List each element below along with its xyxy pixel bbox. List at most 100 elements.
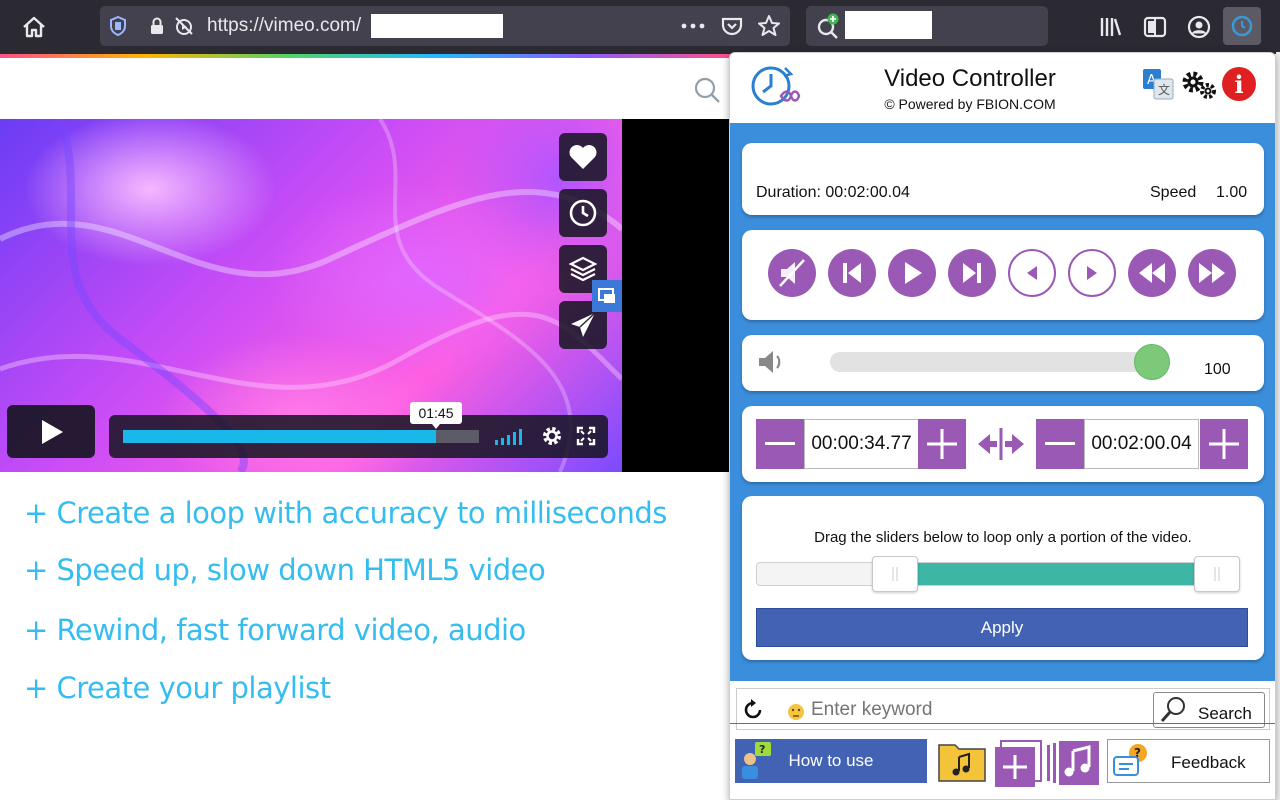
progress-bar[interactable] [123, 430, 479, 443]
popup-body: Duration: 00:02:00.04 Speed 1.00 100 00:… [730, 123, 1275, 681]
transport-card [742, 230, 1264, 320]
loop-range-card: Drag the sliders below to loop only a po… [742, 496, 1264, 660]
loop-end-field[interactable]: 00:02:00.04 [1084, 419, 1199, 469]
url-redacted-area [371, 14, 503, 38]
browser-toolbar: https://vimeo.com/ [0, 0, 1280, 54]
popup-play-button[interactable] [888, 249, 936, 297]
speaker-icon[interactable] [756, 348, 786, 381]
page-loading-strip [0, 54, 730, 58]
loop-start-field[interactable]: 00:00:34.77 [804, 419, 919, 469]
play-icon [42, 419, 63, 444]
search-redacted-area [845, 11, 932, 39]
watch-later-button[interactable] [559, 189, 607, 237]
svg-text:文: 文 [1158, 82, 1170, 97]
range-start-handle[interactable] [872, 556, 918, 592]
video-player[interactable] [0, 119, 730, 472]
step-forward-button[interactable] [1068, 249, 1116, 297]
skip-back-icon [843, 263, 861, 283]
triangle-left-icon [1027, 266, 1037, 280]
play-icon [905, 262, 922, 284]
add-stack-icon [995, 740, 1042, 787]
translate-icon[interactable]: A文 [1141, 67, 1175, 106]
volume-slider[interactable] [830, 352, 1170, 372]
split-arrows-icon [976, 426, 1026, 467]
mute-button[interactable] [768, 249, 816, 297]
minus-icon [765, 442, 795, 445]
info-icon[interactable]: i [1222, 67, 1256, 101]
loop-end-increase-button[interactable] [1200, 419, 1248, 469]
apply-button[interactable]: Apply [756, 608, 1248, 647]
volume-icon[interactable] [495, 427, 527, 450]
fast-forward-icon [1199, 263, 1225, 283]
clock-icon [569, 199, 597, 227]
paper-plane-icon [571, 312, 596, 337]
page-search-icon[interactable] [693, 76, 721, 109]
help-person-icon: ? [742, 742, 771, 779]
music-playlist-button[interactable] [1047, 739, 1099, 787]
lock-icon[interactable] [148, 16, 166, 36]
popup-header: Video Controller © Powered by FBION.COM … [730, 53, 1275, 123]
layers-icon [568, 256, 598, 282]
rewind-button[interactable] [1128, 249, 1176, 297]
step-back-button[interactable] [1008, 249, 1056, 297]
magnifier-icon [1160, 697, 1185, 722]
open-folder-button[interactable] [937, 739, 987, 783]
volume-value: 100 [1204, 361, 1231, 378]
home-icon[interactable] [20, 14, 48, 40]
search-engine-icon[interactable] [816, 13, 844, 39]
svg-text:?: ? [759, 743, 765, 756]
settings-gear-icon[interactable] [541, 425, 563, 452]
feature-line-2: + Speed up, slow down HTML5 video [24, 553, 546, 587]
shield-icon[interactable] [108, 16, 128, 36]
fullscreen-icon[interactable] [576, 426, 596, 451]
video-controller-extension-icon[interactable] [1223, 7, 1261, 45]
like-button[interactable] [559, 133, 607, 181]
loop-start-increase-button[interactable] [918, 419, 966, 469]
keyword-input[interactable] [811, 697, 1141, 723]
account-icon[interactable] [1186, 14, 1212, 40]
autoplay-blocked-icon[interactable] [172, 15, 196, 37]
fast-forward-button[interactable] [1188, 249, 1236, 297]
bookmark-star-icon[interactable] [756, 14, 782, 38]
settings-gears-icon[interactable] [1181, 67, 1217, 106]
popup-subtitle: © Powered by FBION.COM [884, 96, 1056, 112]
range-track[interactable] [756, 562, 1236, 586]
volume-card: 100 [742, 335, 1264, 391]
plus-icon [1209, 429, 1239, 459]
minus-icon [1045, 442, 1075, 445]
rewind-icon [1139, 263, 1165, 283]
skip-forward-icon [963, 263, 981, 283]
play-button[interactable] [7, 405, 95, 458]
duration-label: Duration: 00:02:00.04 [756, 184, 910, 201]
loop-instruction: Drag the sliders below to loop only a po… [814, 529, 1192, 546]
search-button-label: Search [1198, 704, 1252, 723]
progress-fill [123, 430, 436, 443]
previous-button[interactable] [828, 249, 876, 297]
playback-controls [109, 415, 608, 458]
reader-view-icon[interactable] [1142, 14, 1168, 40]
speaker-muted-icon [779, 259, 805, 287]
add-playlist-button[interactable] [993, 739, 1043, 787]
loop-start-decrease-button[interactable] [756, 419, 804, 469]
feedback-chat-icon: ? [1113, 744, 1147, 776]
extension-overlay-icon[interactable] [592, 280, 622, 312]
feature-line-1: + Create a loop with accuracy to millise… [24, 496, 667, 530]
page-actions-icon[interactable] [680, 15, 706, 37]
plus-icon [927, 429, 957, 459]
volume-knob[interactable] [1134, 344, 1170, 380]
music-list-icon [1047, 741, 1099, 785]
url-text[interactable]: https://vimeo.com/ [207, 15, 361, 37]
how-to-use-label: How to use [788, 751, 874, 770]
pocket-icon[interactable] [720, 15, 744, 37]
how-to-use-button[interactable]: ? How to use [735, 739, 927, 783]
library-icon[interactable] [1098, 14, 1124, 40]
speed-label: Speed [1150, 184, 1197, 201]
status-card: Duration: 00:02:00.04 Speed 1.00 [742, 143, 1264, 215]
loop-end-decrease-button[interactable] [1036, 419, 1084, 469]
feature-line-3: + Rewind, fast forward video, audio [24, 613, 526, 647]
popup-title: Video Controller [884, 65, 1056, 92]
next-button[interactable] [948, 249, 996, 297]
range-end-handle[interactable] [1194, 556, 1240, 592]
music-folder-icon [938, 744, 986, 782]
feedback-button[interactable]: ? Feedback [1107, 739, 1270, 783]
